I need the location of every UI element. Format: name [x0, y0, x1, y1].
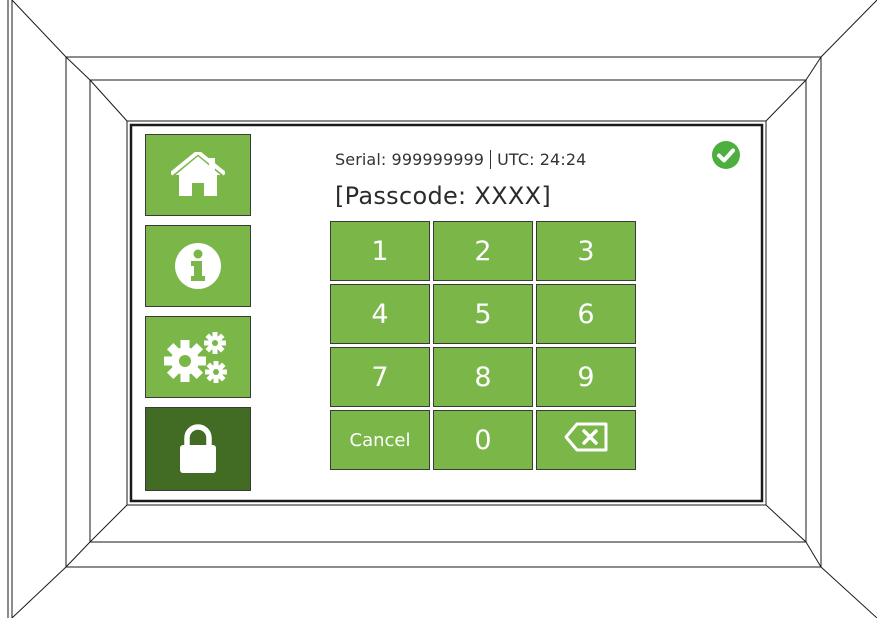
backspace-icon — [563, 422, 609, 459]
touch-screen: Serial: 999999999 UTC: 24:24 [Passcode: X… — [133, 127, 760, 499]
utc-time: UTC: 24:24 — [497, 150, 587, 169]
key-0[interactable]: 0 — [433, 410, 533, 470]
sidebar-item-lock[interactable] — [145, 407, 251, 491]
lock-icon — [178, 424, 218, 474]
key-6[interactable]: 6 — [536, 284, 636, 344]
key-5[interactable]: 5 — [433, 284, 533, 344]
key-2[interactable]: 2 — [433, 221, 533, 281]
key-7[interactable]: 7 — [330, 347, 430, 407]
sidebar-item-home[interactable] — [145, 134, 251, 216]
info-icon — [174, 242, 222, 290]
home-icon — [171, 152, 225, 198]
key-1[interactable]: 1 — [330, 221, 430, 281]
key-8[interactable]: 8 — [433, 347, 533, 407]
sidebar-item-settings[interactable] — [145, 316, 251, 398]
key-3[interactable]: 3 — [536, 221, 636, 281]
divider — [490, 150, 492, 169]
key-9[interactable]: 9 — [536, 347, 636, 407]
sidebar-item-info[interactable] — [145, 225, 251, 307]
key-4[interactable]: 4 — [330, 284, 430, 344]
backspace-button[interactable] — [536, 410, 636, 470]
gears-icon — [163, 329, 233, 385]
passcode-display: [Passcode: XXXX] — [335, 182, 551, 210]
device-info: Serial: 999999999 UTC: 24:24 — [335, 150, 586, 169]
serial-number: Serial: 999999999 — [335, 150, 485, 169]
check-circle-icon — [711, 140, 741, 170]
cancel-button[interactable]: Cancel — [330, 410, 430, 470]
